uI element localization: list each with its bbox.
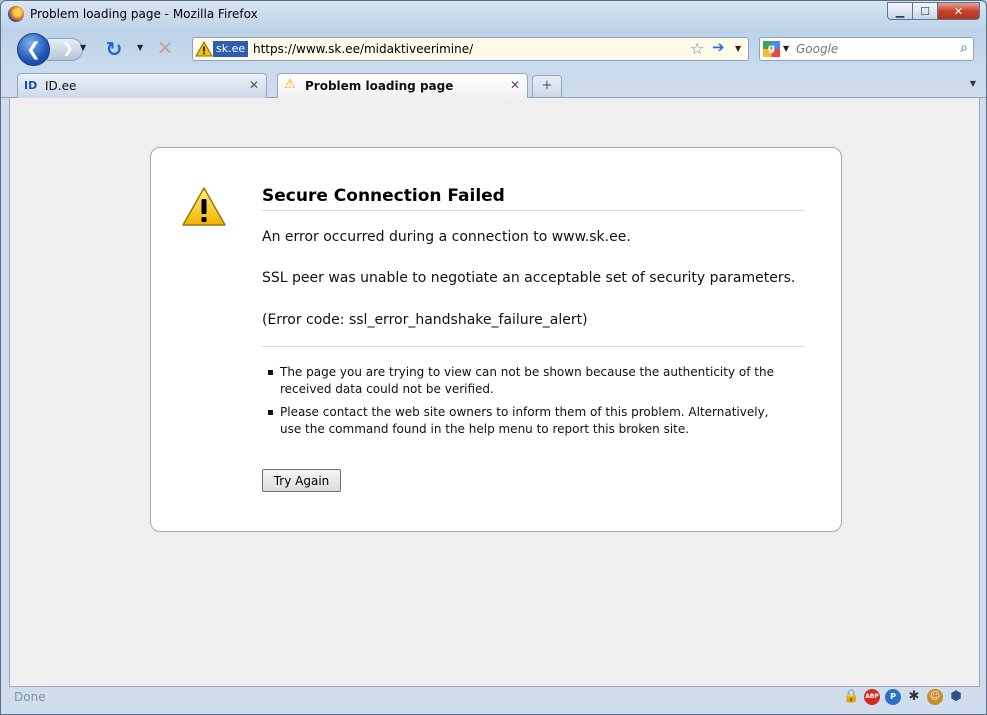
- try-again-button[interactable]: Try Again: [262, 469, 341, 492]
- pp-icon[interactable]: P: [885, 689, 901, 705]
- new-tab-button[interactable]: +: [532, 75, 562, 97]
- error-advice-list: The page you are trying to view can not …: [268, 364, 788, 444]
- divider: [262, 346, 805, 347]
- tab-title: ID.ee: [45, 79, 77, 93]
- history-dropdown-icon[interactable]: ▼: [80, 43, 86, 52]
- close-tab-icon[interactable]: ✕: [510, 78, 520, 92]
- url-history-dropdown-icon[interactable]: ▼: [735, 44, 741, 53]
- url-input[interactable]: [253, 41, 683, 57]
- google-icon[interactable]: g: [763, 41, 780, 57]
- back-button[interactable]: ❮: [17, 33, 50, 66]
- tab-bar: ID ID.ee ✕ ⚠ Problem loading page ✕ + ▼: [1, 71, 986, 99]
- firebug-icon[interactable]: ✱: [906, 689, 922, 705]
- id-favicon-icon: ID: [24, 79, 38, 92]
- browser-window: Problem loading page - Mozilla Firefox ▁…: [0, 0, 987, 715]
- list-item: The page you are trying to view can not …: [268, 364, 788, 398]
- navigation-toolbar: ❯ ❮ ▼ ↻ ▼ ✕ sk.ee ☆ ➔ ▼ g ▼ ⌕: [1, 29, 986, 69]
- list-all-tabs-icon[interactable]: ▼: [970, 79, 976, 88]
- site-identity-label: sk.ee: [213, 41, 249, 57]
- firefox-icon: [8, 6, 24, 22]
- magnifier-icon[interactable]: ⌕: [960, 40, 968, 56]
- error-title: Secure Connection Failed: [262, 186, 805, 211]
- tab-id-ee[interactable]: ID ID.ee ✕: [17, 73, 267, 98]
- reload-dropdown-icon[interactable]: ▼: [137, 43, 143, 52]
- warning-triangle-icon: [195, 41, 213, 57]
- search-engine-dropdown-icon[interactable]: ▼: [783, 44, 789, 53]
- search-bar[interactable]: g ▼ ⌕: [759, 37, 974, 61]
- search-input[interactable]: [796, 41, 946, 57]
- error-description: An error occurred during a connection to…: [262, 229, 631, 245]
- shield-icon[interactable]: ⬢: [948, 689, 964, 705]
- title-bar: Problem loading page - Mozilla Firefox ▁…: [1, 1, 986, 29]
- stop-button[interactable]: ✕: [154, 37, 176, 59]
- tab-problem-loading[interactable]: ⚠ Problem loading page ✕: [277, 73, 528, 99]
- forward-button[interactable]: ❯: [47, 38, 83, 61]
- close-tab-icon[interactable]: ✕: [249, 78, 259, 92]
- error-code: (Error code: ssl_error_handshake_failure…: [262, 312, 588, 328]
- window-controls: ▁ ☐ ✕: [887, 2, 980, 20]
- url-bar[interactable]: sk.ee ☆ ➔ ▼: [192, 37, 749, 61]
- status-text: Done: [14, 690, 46, 704]
- list-item: Please contact the web site owners to in…: [268, 404, 788, 438]
- star-icon[interactable]: ☆: [690, 39, 704, 58]
- site-identity-button[interactable]: sk.ee: [195, 40, 251, 58]
- close-button[interactable]: ✕: [937, 2, 980, 20]
- warning-favicon-icon: ⚠: [284, 77, 296, 92]
- maximize-button[interactable]: ☐: [912, 2, 938, 20]
- error-page-container: Secure Connection Failed An error occurr…: [150, 147, 842, 532]
- window-title: Problem loading page - Mozilla Firefox: [30, 7, 258, 21]
- status-icons: 🔒 ABP P ✱ ☺ ⬢: [843, 689, 964, 705]
- reload-button[interactable]: ↻: [103, 38, 125, 60]
- status-bar: Done 🔒 ABP P ✱ ☺ ⬢: [1, 687, 986, 714]
- lock-icon[interactable]: 🔒: [843, 689, 859, 705]
- greasemonkey-icon[interactable]: ☺: [927, 689, 943, 705]
- adblock-plus-icon[interactable]: ABP: [864, 689, 880, 705]
- minimize-button[interactable]: ▁: [887, 2, 913, 20]
- page-content: Secure Connection Failed An error occurr…: [9, 98, 980, 687]
- go-arrow-icon[interactable]: ➔: [712, 38, 725, 56]
- tab-title: Problem loading page: [305, 79, 454, 93]
- error-detail: SSL peer was unable to negotiate an acce…: [262, 270, 796, 286]
- warning-icon: [182, 187, 226, 226]
